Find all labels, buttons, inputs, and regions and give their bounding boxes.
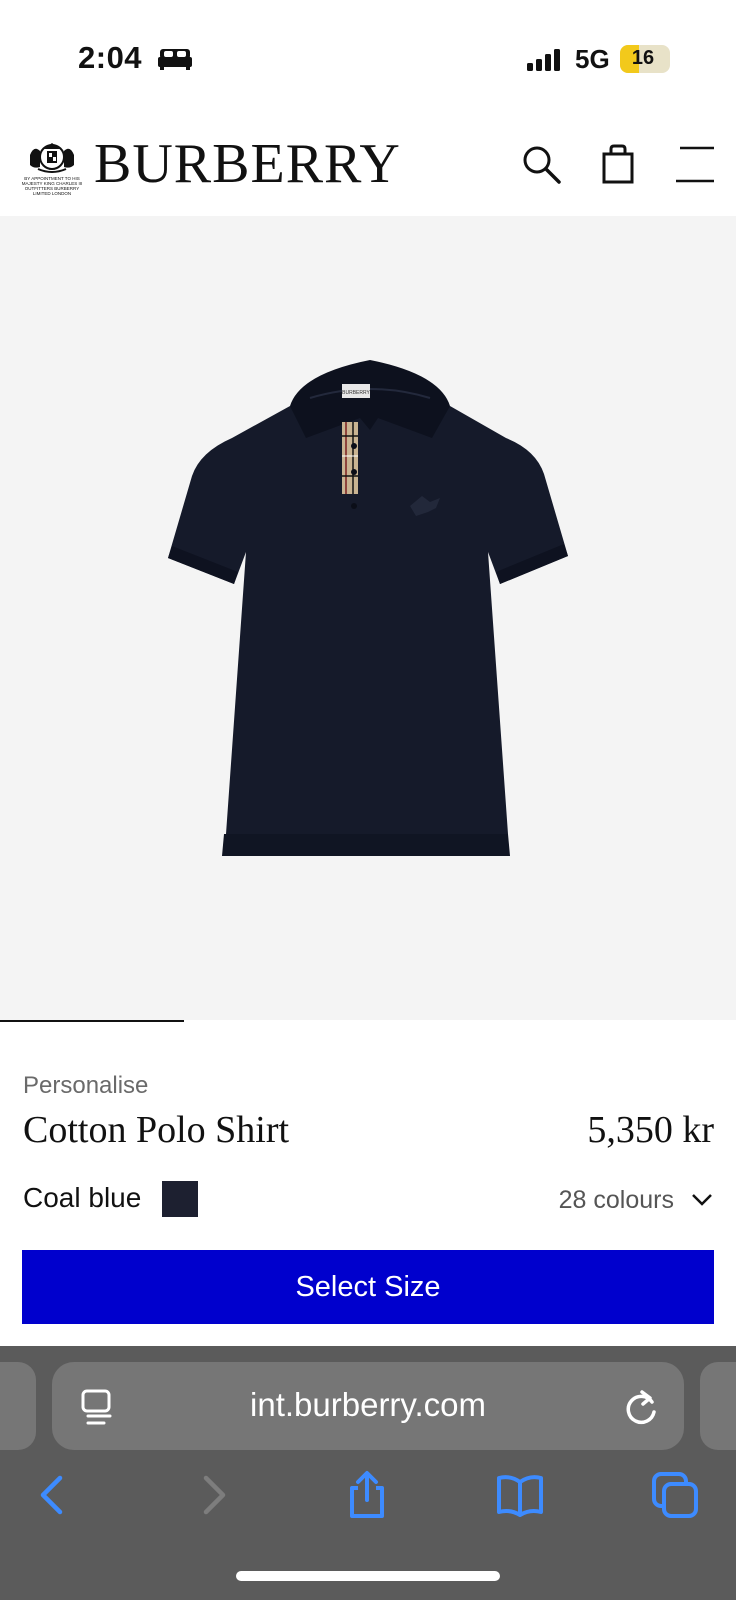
share-icon[interactable]	[342, 1470, 392, 1520]
select-size-button[interactable]: Select Size	[22, 1250, 714, 1324]
product-price: 5,350 kr	[587, 1109, 714, 1151]
bookmarks-icon[interactable]	[495, 1470, 545, 1520]
menu-icon[interactable]	[674, 143, 716, 185]
colour-swatch[interactable]	[162, 1181, 198, 1217]
cellular-signal-icon	[527, 49, 560, 71]
battery-percent: 16	[631, 47, 655, 69]
back-icon[interactable]	[28, 1470, 78, 1520]
sleep-focus-icon	[158, 49, 192, 70]
tabs-icon[interactable]	[650, 1470, 700, 1520]
status-time: 2:04	[78, 40, 143, 75]
shopping-bag-icon[interactable]	[597, 143, 639, 185]
product-title: Cotton Polo Shirt	[23, 1109, 290, 1151]
reload-icon[interactable]	[624, 1388, 660, 1426]
forward-icon[interactable]	[188, 1470, 238, 1520]
colour-selector[interactable]: 28 colours	[559, 1186, 674, 1215]
gallery-progress-indicator	[0, 1020, 184, 1022]
page-settings-icon[interactable]	[80, 1388, 114, 1426]
search-icon[interactable]	[520, 143, 562, 185]
royal-warrant-text: BY APPOINTMENT TO HIS MAJESTY KING CHARL…	[21, 176, 83, 196]
personalise-link[interactable]: Personalise	[23, 1072, 148, 1100]
home-indicator[interactable]	[236, 1571, 500, 1581]
battery-indicator: 16	[620, 45, 670, 73]
network-type: 5G	[575, 44, 610, 74]
brand-logo[interactable]: BURBERRY	[94, 134, 401, 194]
neck-label: BURBERRY	[342, 390, 370, 396]
chevron-down-icon[interactable]	[690, 1190, 714, 1210]
colour-name: Coal blue	[23, 1182, 142, 1213]
product-image[interactable]: BURBERRY	[160, 356, 580, 876]
